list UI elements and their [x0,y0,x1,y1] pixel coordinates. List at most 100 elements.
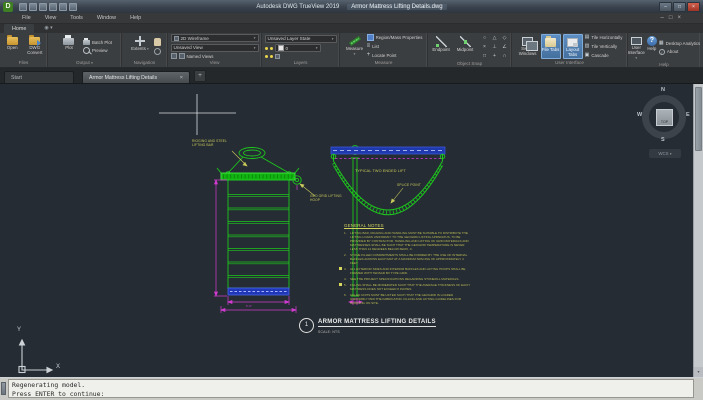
osnap-extension-icon[interactable]: □ [480,52,489,60]
qat-publish-icon[interactable] [49,3,57,11]
about-button[interactable]: i About [659,49,700,55]
revision-marker [339,283,342,286]
panel-label-files[interactable]: Files [0,59,47,67]
batch-plot-icon [83,40,90,45]
panel-output-caret-icon: ▾ [91,61,93,65]
dwg-convert-button[interactable]: DWG Convert [25,34,46,59]
notes-title: GENERAL NOTES [344,223,470,228]
measure-button[interactable]: Measure ▾ [345,34,365,59]
file-tabs-button[interactable]: File Tabs [541,34,561,59]
osnap-nearest-icon[interactable]: ∩ [500,52,509,60]
layer-bulb-1-icon[interactable] [265,55,268,58]
visual-style-dropdown[interactable]: 2D Wireframe▾ [171,34,259,42]
layer-dropdown[interactable]: 0▾ [275,44,321,52]
desktop-analytics-button[interactable]: ▦ Desktop Analytics [659,40,700,47]
osnap-quadrant-icon[interactable]: ◇ [500,34,509,42]
zoom-extents-button[interactable]: Extents ▾ [128,34,152,59]
region-mass-icon [367,34,374,41]
layer-settings-icon[interactable] [275,54,280,59]
viewcube-top-face[interactable]: TOP [656,109,673,126]
note-item: 1.LIFTING BAR, RIGGING AND HANDLING MUST… [344,231,470,251]
locate-point-button[interactable]: + Locate Point [367,52,423,59]
viewcube-east[interactable]: E [686,112,690,118]
osnap-insertion-icon[interactable]: + [490,52,499,60]
tile-horizontally-button[interactable]: ▤ Tile Horizontally [585,34,623,41]
osnap-perpendicular-icon[interactable]: ⊥ [490,43,499,51]
panel-label-measure[interactable]: Measure [340,59,427,67]
app-logo-icon[interactable]: D [3,2,13,12]
maximize-button[interactable]: □ [673,2,686,12]
drawing-canvas[interactable]: RIGGING AND STEELLIFTING BAR GEO GRID LI… [0,84,703,378]
pan-icon[interactable] [154,38,161,46]
scrollbar-thumb[interactable] [695,87,702,151]
ribbon-collapse-icon[interactable]: ◉ ▾ [44,24,52,33]
ucs-x-label: X [56,364,60,370]
panel-label-navigation[interactable]: Navigation [122,59,167,67]
osnap-intersection-icon[interactable]: × [480,43,489,51]
menu-help[interactable]: Help [130,15,141,21]
layout-tabs-button[interactable]: Layout Tabs [563,34,583,59]
help-button[interactable]: ? Help [647,34,657,61]
general-notes: GENERAL NOTES 1.LIFTING BAR, RIGGING AND… [344,223,470,307]
layer-state-dropdown[interactable]: Unsaved Layer State▾ [265,35,337,43]
view-dropdown[interactable]: Unsaved View▾ [171,44,259,52]
endpoint-button[interactable]: Endpoint [430,34,452,60]
viewcube-south[interactable]: S [661,137,665,143]
detail-callout-scale: SCALE: NTS [318,330,340,334]
list-button[interactable]: ≡ List [367,43,423,50]
cascade-button[interactable]: ▣ Cascade [585,52,623,59]
menu-window[interactable]: Window [97,15,116,21]
qat-undo-icon[interactable] [29,3,37,11]
label-typical-lift: TYPICAL TWO ENDED LIFT [355,169,406,174]
tab-close-icon[interactable]: × [180,75,183,81]
panel-label-view[interactable]: View [168,59,261,67]
minimize-button[interactable]: – [659,2,672,12]
mdi-close-button[interactable]: × [677,15,681,21]
osnap-center-icon[interactable]: ○ [480,34,489,42]
panel-label-user-interface[interactable]: User Interface [512,59,627,67]
tab-active-drawing[interactable]: Armor Mattress Lifting Details × [82,71,190,83]
plot-button[interactable]: Plot [57,34,81,59]
viewcube[interactable]: N E S W TOP WCS ▾ [637,87,693,161]
osnap-tangent-icon[interactable]: ∠ [500,43,509,51]
viewcube-west[interactable]: W [637,112,642,118]
qat-preview-icon[interactable] [59,3,67,11]
batch-plot-button[interactable]: Batch Plot [83,40,112,45]
menu-file[interactable]: File [22,15,31,21]
mdi-restore-button[interactable]: □ [669,15,673,21]
panel-label-layers[interactable]: Layers [262,59,339,67]
ribbon: Open DWG Convert Files Plot Batch Plo [0,33,703,68]
panel-label-object-snap[interactable]: Object Snap [428,60,511,68]
new-tab-button[interactable]: + [194,70,206,82]
preview-button[interactable]: Preview [83,47,112,54]
switch-windows-button[interactable]: Switch Windows [517,34,539,59]
tab-home[interactable]: Home [4,24,34,33]
panel-label-help[interactable]: Help [628,61,700,69]
vertical-scrollbar[interactable]: ▾ [693,84,703,377]
open-button[interactable]: Open [2,34,23,59]
wcs-dropdown[interactable]: WCS ▾ [649,149,681,158]
menu-view[interactable]: View [45,15,57,21]
panel-label-output[interactable]: Output ▾ [48,59,121,67]
command-customize-icon[interactable] [1,382,6,395]
layer-bulb-2-icon[interactable] [270,55,273,58]
menu-tools[interactable]: Tools [70,15,83,21]
close-button[interactable]: × [687,2,700,12]
orbit-icon[interactable] [154,48,161,55]
osnap-node-icon[interactable]: △ [490,34,499,42]
mdi-minimize-button[interactable]: – [661,15,664,21]
layer-freeze-icon[interactable] [270,47,273,50]
user-interface-button[interactable]: User Interface ▾ [628,34,645,61]
crosshair-cursor [159,94,236,135]
tab-start[interactable]: Start [4,71,74,83]
qat-open-icon[interactable] [19,3,27,11]
midpoint-button[interactable]: Midpoint [454,34,476,60]
command-input[interactable]: Regenerating model. Press ENTER to conti… [8,379,694,398]
qat-plot-icon[interactable] [39,3,47,11]
tile-vertically-button[interactable]: ▥ Tile Vertically [585,43,623,50]
scrollbar-down-icon[interactable]: ▾ [694,367,703,377]
viewcube-north[interactable]: N [661,87,665,93]
qat-customize-icon[interactable] [69,3,77,11]
region-mass-properties-button[interactable]: Region/Mass Properties [367,34,423,41]
layer-on-icon[interactable] [265,47,268,50]
